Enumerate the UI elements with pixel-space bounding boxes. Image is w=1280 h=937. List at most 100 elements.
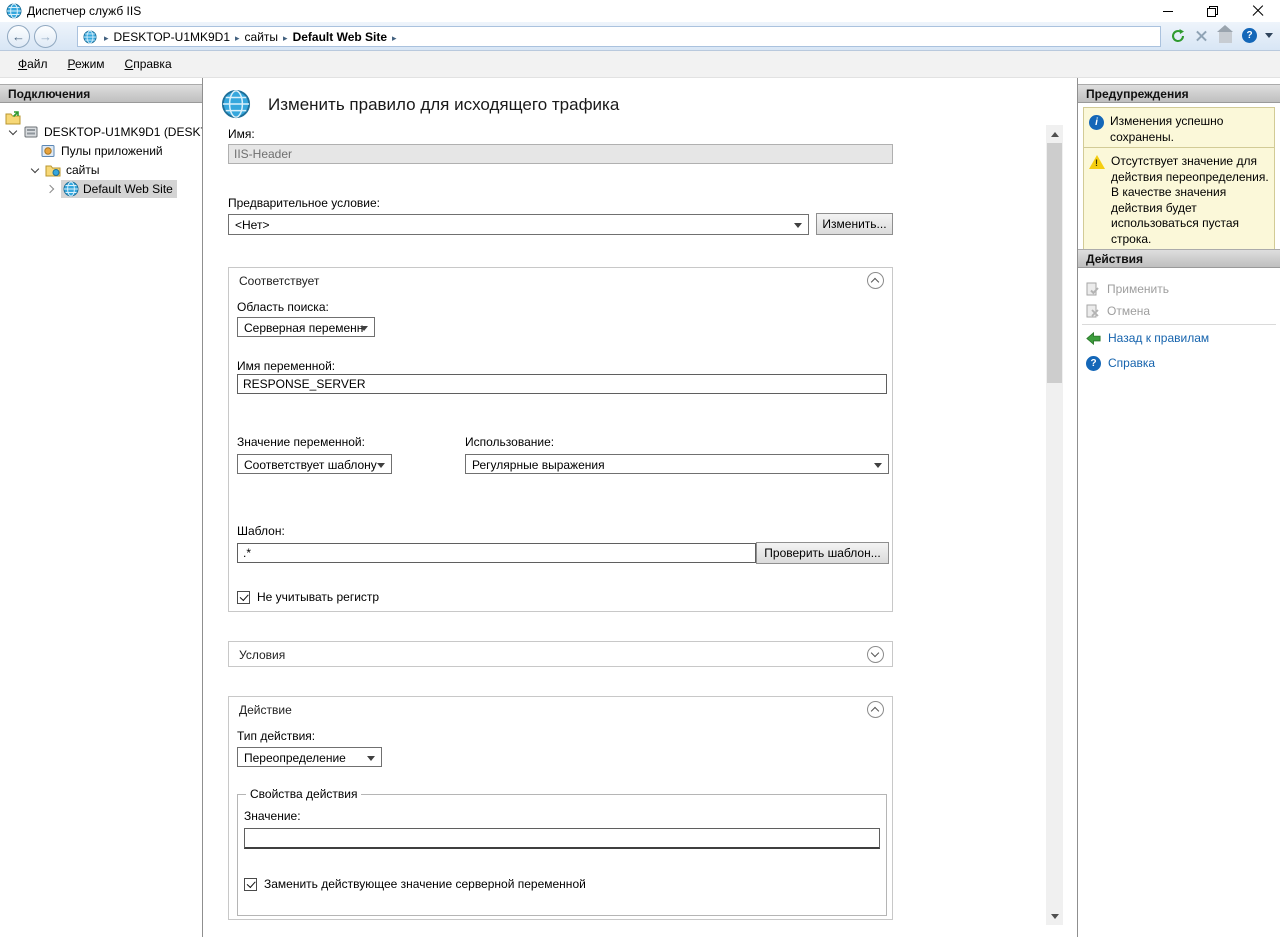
site-globe-icon: [83, 30, 97, 44]
page-title: Изменить правило для исходящего трафика: [268, 95, 619, 115]
change-precondition-button[interactable]: Изменить...: [816, 213, 893, 235]
precondition-select[interactable]: <Нет>: [228, 214, 809, 235]
help-menu-chevron-icon[interactable]: [1265, 33, 1273, 42]
help-link[interactable]: Справка: [1086, 354, 1155, 372]
expanded-chevron-icon[interactable]: [8, 127, 18, 137]
scroll-up-button[interactable]: [1046, 125, 1063, 142]
conditions-section: Условия: [228, 641, 893, 667]
action-type-select[interactable]: Переопределение: [237, 747, 382, 767]
precondition-label: Предварительное условие:: [228, 196, 380, 210]
stop-icon: [1196, 30, 1207, 41]
collapsed-chevron-icon[interactable]: [46, 184, 56, 194]
forward-button[interactable]: [34, 25, 57, 48]
usage-label: Использование:: [465, 435, 554, 449]
match-section-title: Соответствует: [239, 274, 319, 288]
variable-value-label: Значение переменной:: [237, 435, 365, 449]
tree-item-label: DESKTOP-U1MK9D1 (DESKTOI: [44, 125, 202, 139]
apply-icon: [1086, 282, 1100, 296]
expand-conditions-button[interactable]: [867, 646, 884, 663]
minimize-icon: [1163, 11, 1173, 12]
warning-icon: [1089, 155, 1105, 169]
collapse-match-button[interactable]: [867, 272, 884, 289]
breadcrumb-server[interactable]: DESKTOP-U1MK9D1: [114, 30, 230, 44]
ignore-case-checkbox[interactable]: [237, 591, 250, 604]
actions-divider: [1082, 324, 1276, 325]
connections-header: Подключения: [0, 84, 202, 103]
tree-item-sites[interactable]: сайты: [0, 160, 202, 179]
restore-button[interactable]: [1190, 0, 1235, 22]
action-properties-group: Свойства действия Значение: Заменить дей…: [237, 794, 887, 916]
tree-item-label: Пулы приложений: [61, 144, 163, 158]
home-icon: [1219, 32, 1232, 43]
tree-item-app-pools[interactable]: Пулы приложений: [0, 141, 202, 160]
cancel-label: Отмена: [1107, 304, 1150, 318]
ignore-case-row: Не учитывать регистр: [237, 590, 379, 604]
back-to-rules-label: Назад к правилам: [1108, 331, 1209, 345]
action-properties-legend: Свойства действия: [246, 787, 361, 801]
actions-panel: Предупреждения Изменения успешно сохране…: [1077, 78, 1280, 937]
test-pattern-button[interactable]: Проверить шаблон...: [756, 542, 889, 564]
name-label: Имя:: [228, 127, 255, 141]
tree-item-default-web-site[interactable]: Default Web Site: [0, 179, 202, 198]
apply-button: Применить: [1086, 280, 1169, 298]
help-label: Справка: [1108, 356, 1155, 370]
breadcrumb-separator-icon: [230, 30, 245, 44]
menu-file[interactable]: Файл: [8, 53, 58, 75]
replace-value-row: Заменить действующее значение серверной …: [244, 877, 586, 891]
scrollbar-thumb[interactable]: [1047, 143, 1062, 383]
expanded-chevron-icon[interactable]: [30, 165, 40, 175]
variable-name-label: Имя переменной:: [237, 359, 335, 373]
scroll-up-icon: [1051, 128, 1059, 137]
info-icon: [1089, 115, 1104, 130]
minimize-button[interactable]: [1145, 0, 1190, 22]
warning-alert: Отсутствует значение для действия переоп…: [1083, 147, 1275, 256]
help-button[interactable]: [1241, 27, 1258, 44]
breadcrumb-sites[interactable]: сайты: [245, 30, 279, 44]
vertical-scrollbar[interactable]: [1046, 125, 1063, 925]
replace-value-checkbox[interactable]: [244, 878, 257, 891]
iis-manager-window: Диспетчер служб IIS DESKTOP-U1MK9D1 сайт…: [0, 0, 1280, 937]
selected-tree-item[interactable]: Default Web Site: [61, 180, 177, 198]
scope-select[interactable]: Серверная переменн: [237, 317, 375, 337]
alerts-header: Предупреждения: [1078, 84, 1280, 103]
action-value-label: Значение:: [244, 809, 301, 823]
back-to-rules-link[interactable]: Назад к правилам: [1086, 329, 1209, 347]
tree-item-label: Default Web Site: [83, 182, 173, 196]
menu-help[interactable]: Справка: [115, 53, 182, 75]
connections-tree: DESKTOP-U1MK9D1 (DESKTOI Пулы приложений…: [0, 122, 202, 198]
pattern-label: Шаблон:: [237, 524, 285, 538]
cancel-button: Отмена: [1086, 302, 1150, 320]
breadcrumb-default-web-site[interactable]: Default Web Site: [293, 30, 387, 44]
back-arrow-icon: [1086, 331, 1101, 346]
stop-button[interactable]: [1193, 27, 1210, 44]
breadcrumb-separator-icon: [387, 30, 402, 44]
action-value-input[interactable]: [244, 828, 880, 849]
variable-value-select[interactable]: Соответствует шаблону: [237, 454, 392, 474]
cancel-icon: [1086, 304, 1100, 318]
scroll-down-button[interactable]: [1046, 908, 1063, 925]
address-bar: DESKTOP-U1MK9D1 сайты Default Web Site: [0, 22, 1280, 51]
breadcrumb: DESKTOP-U1MK9D1 сайты Default Web Site: [77, 26, 1161, 47]
address-toolbar: [1169, 27, 1273, 44]
home-button[interactable]: [1217, 27, 1234, 44]
usage-select[interactable]: Регулярные выражения: [465, 454, 889, 474]
pattern-input[interactable]: [237, 543, 756, 563]
variable-name-input[interactable]: [237, 374, 887, 394]
menu-view[interactable]: Режим: [58, 53, 115, 75]
refresh-button[interactable]: [1169, 27, 1186, 44]
back-icon: [12, 29, 25, 44]
window-title: Диспетчер служб IIS: [27, 0, 141, 22]
menu-bar: Файл Режим Справка: [0, 51, 1280, 78]
action-type-label: Тип действия:: [237, 729, 315, 743]
close-button[interactable]: [1235, 0, 1280, 22]
scroll-down-icon: [1051, 914, 1059, 923]
ignore-case-label: Не учитывать регистр: [257, 590, 379, 604]
title-bar: Диспетчер служб IIS: [0, 0, 1280, 22]
tree-item-label: сайты: [66, 163, 100, 177]
app-icon: [6, 3, 22, 19]
collapse-action-button[interactable]: [867, 701, 884, 718]
tree-item-server[interactable]: DESKTOP-U1MK9D1 (DESKTOI: [0, 122, 202, 141]
back-button[interactable]: [7, 25, 30, 48]
info-alert-text: Изменения успешно сохранены.: [1110, 114, 1269, 145]
close-icon: [1252, 5, 1264, 17]
